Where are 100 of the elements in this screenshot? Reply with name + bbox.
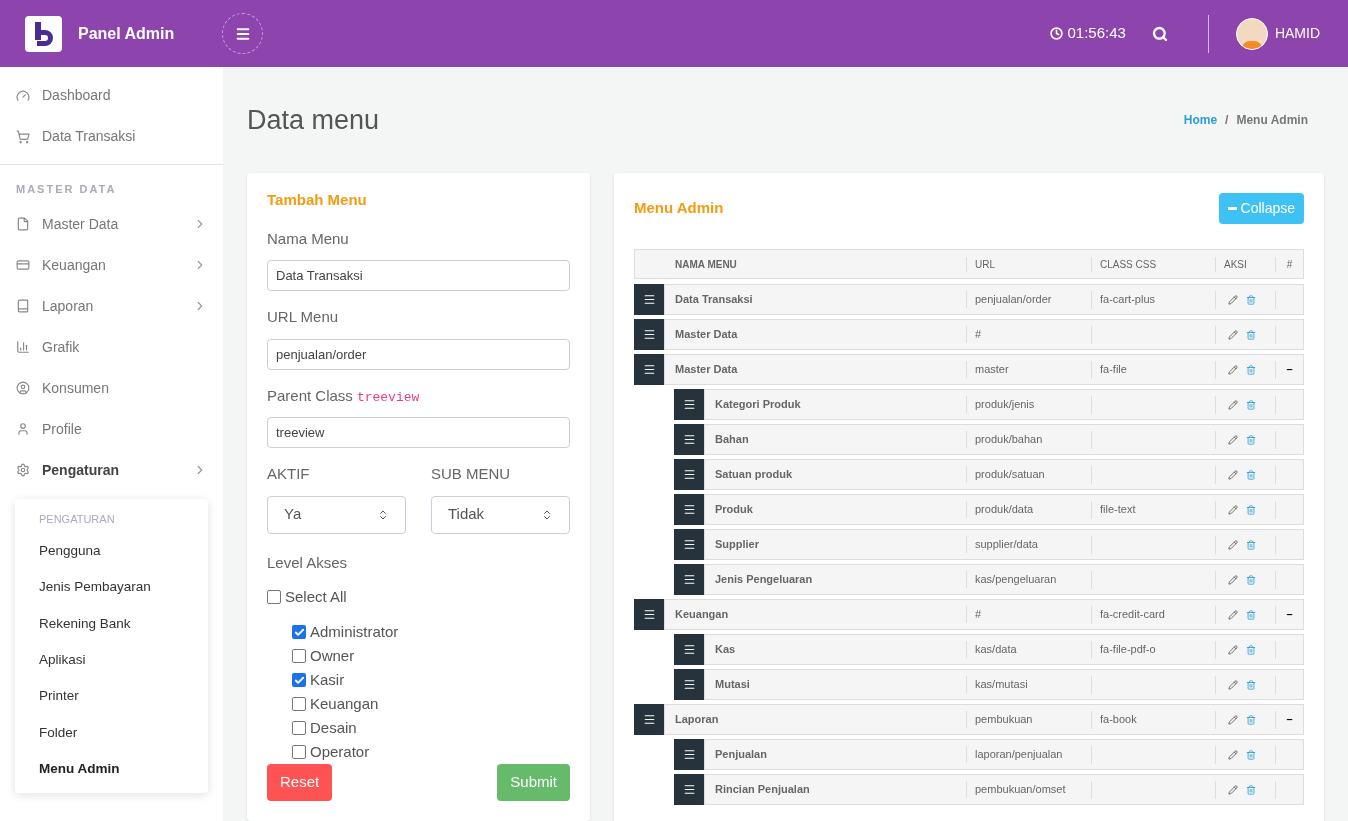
edit-icon[interactable] [1228,329,1238,340]
edit-icon[interactable] [1228,784,1238,795]
drag-handle[interactable] [674,424,704,455]
sidebar-item[interactable]: Konsumen [0,367,223,409]
sidebar-item[interactable]: Pengaturan [0,449,223,491]
drag-handle[interactable] [674,774,704,805]
trash-icon[interactable] [1246,714,1256,725]
menu-icon [682,468,696,481]
menu-item-icon [16,129,30,144]
drag-handle[interactable] [634,354,664,385]
drag-handle[interactable] [634,704,664,735]
trash-icon[interactable] [1246,644,1256,655]
drag-handle[interactable] [674,739,704,770]
submenu-item[interactable]: Printer [15,678,208,715]
user-name[interactable]: HAMID [1274,23,1320,44]
drag-handle[interactable] [674,634,704,665]
edit-icon[interactable] [1228,609,1238,620]
checkbox-box[interactable] [292,673,306,687]
submenu-item[interactable]: Pengguna [15,533,208,570]
submenu-item[interactable]: Rekening Bank [15,605,208,642]
edit-icon[interactable] [1228,714,1238,725]
trash-icon[interactable] [1246,364,1256,375]
submenu-heading: PENGATURAN [38,511,116,527]
drag-handle[interactable] [674,529,704,560]
input-field[interactable]: penjualan/order [267,338,570,370]
sidebar-item[interactable]: Master Data [0,203,223,245]
trash-icon[interactable] [1246,504,1256,515]
submenu-item[interactable]: Menu Admin [15,750,208,788]
edit-icon[interactable] [1228,294,1238,305]
drag-handle[interactable] [674,564,704,595]
select-field[interactable]: Tidak [431,495,570,534]
select-field[interactable]: Ya [267,495,406,534]
drag-handle[interactable] [674,389,704,420]
input-field[interactable]: Data Transaksi [267,260,570,291]
drag-handle[interactable] [674,494,704,525]
trash-icon[interactable] [1246,329,1256,340]
sidebar-item[interactable]: Grafik [0,326,223,368]
trash-icon[interactable] [1246,749,1256,760]
column-header: # [1275,256,1303,272]
edit-icon[interactable] [1228,574,1238,585]
edit-icon[interactable] [1228,364,1238,375]
checkbox-box[interactable] [292,745,306,759]
sidebar-item[interactable]: Keuangan [0,244,223,286]
drag-handle[interactable] [634,319,664,350]
collapse-toggle[interactable]: – [1286,711,1293,728]
trash-icon[interactable] [1246,574,1256,585]
table-cell: penjualan/order [966,291,1091,308]
edit-icon[interactable] [1228,399,1238,410]
checkbox-box[interactable] [292,721,306,735]
checkbox[interactable]: Administrator [292,622,570,642]
trash-icon[interactable] [1246,469,1256,480]
sidebar-item[interactable]: Laporan [0,285,223,327]
table-cell-text: fa-book [1100,712,1137,728]
edit-icon[interactable] [1228,644,1238,655]
menu-icon [682,538,696,551]
sidebar-item[interactable]: Profile [0,408,223,450]
checkbox[interactable]: Kasir [292,670,570,690]
checkbox-box[interactable] [292,625,306,639]
edit-icon[interactable] [1228,749,1238,760]
input-field[interactable]: treeview [267,417,570,448]
checkbox[interactable]: Keuangan [292,694,570,714]
trash-icon[interactable] [1246,399,1256,410]
drag-handle[interactable] [674,669,704,700]
edit-icon[interactable] [1228,679,1238,690]
edit-icon[interactable] [1228,469,1238,480]
checkbox[interactable]: Owner [292,646,570,666]
trash-icon[interactable] [1246,539,1256,550]
drag-handle[interactable] [634,599,664,630]
checkbox-box[interactable] [292,697,306,711]
table-cell: master [966,361,1091,378]
menu-icon [682,643,696,656]
avatar[interactable] [1235,17,1268,50]
checkbox[interactable]: Select All [267,586,570,609]
table-cell-text: Laporan [674,712,720,728]
field-label: AKTIF [267,464,311,484]
checkbox[interactable]: Operator [292,742,570,762]
collapse-toggle[interactable]: – [1286,361,1293,378]
collapse-toggle[interactable]: – [1286,606,1293,623]
field-label: URL Menu [267,307,339,327]
drag-handle[interactable] [634,284,664,315]
checkbox-box[interactable] [292,649,306,663]
checkbox[interactable]: Desain [292,718,570,738]
trash-icon[interactable] [1246,294,1256,305]
trash-icon[interactable] [1246,609,1256,620]
trash-icon[interactable] [1246,434,1256,445]
trash-icon[interactable] [1246,784,1256,795]
edit-icon[interactable] [1228,434,1238,445]
submenu-item[interactable]: Folder [15,714,208,751]
edit-icon[interactable] [1228,504,1238,515]
submenu-item[interactable]: Jenis Pembayaran [15,569,208,606]
search-icon[interactable] [1151,25,1168,42]
submenu-item[interactable]: Aplikasi [15,641,208,679]
trash-icon[interactable] [1246,679,1256,690]
table-cell-text: Master Data [674,327,739,343]
checkbox-box[interactable] [267,590,281,605]
sidebar-item[interactable]: Data Transaksi [0,116,223,157]
drag-handle[interactable] [674,459,704,490]
edit-icon[interactable] [1228,539,1238,550]
table-cell: produk/jenis [966,396,1091,413]
sidebar-item[interactable]: Dashboard [0,75,223,116]
